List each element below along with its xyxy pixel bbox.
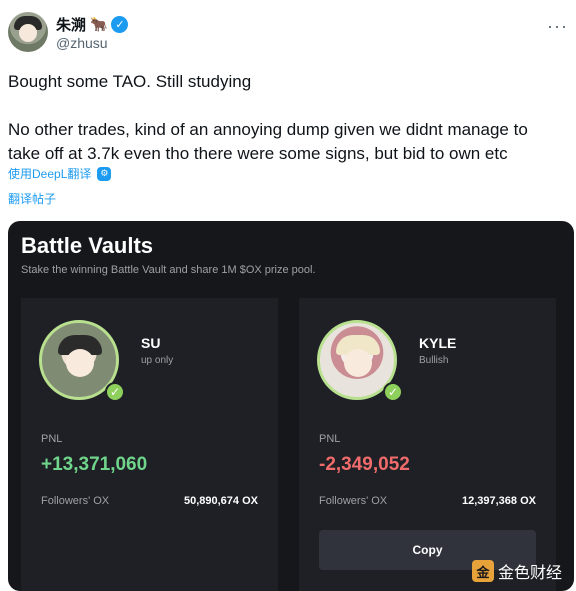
translated-by-deepl[interactable]: 使用DeepL翻译 ⚙ xyxy=(8,165,112,182)
verified-check-icon: ✓ xyxy=(383,382,403,402)
jinse-logo-icon: 金 xyxy=(471,560,494,582)
tweet-paragraph: No other trades, kind of an annoying dum… xyxy=(8,120,528,163)
tweet-header: 朱溯 🐂 ✓ @zhusu ··· xyxy=(8,12,568,56)
bull-emoji-icon: 🐂 xyxy=(90,16,108,32)
author-name-row: 朱溯 🐂 ✓ xyxy=(56,14,129,35)
card-subtitle: Stake the winning Battle Vault and share… xyxy=(21,264,316,276)
translated-by-label: 使用DeepL翻译 xyxy=(8,167,92,181)
more-options-icon[interactable]: ··· xyxy=(547,16,568,37)
tweet-paragraph: Bought some TAO. Still studying xyxy=(8,72,252,91)
author-avatar[interactable] xyxy=(8,12,48,52)
followers-ox-value: 50,890,674 OX xyxy=(183,495,258,507)
vault-card-kyle: ✓ KYLE Bullish PNL -2,349,052 Followers'… xyxy=(299,298,556,591)
pnl-value: +13,371,060 xyxy=(41,454,148,475)
pnl-label: PNL xyxy=(319,433,341,445)
translate-post-link[interactable]: 翻译帖子 xyxy=(8,190,56,207)
vault-tag: up only xyxy=(141,355,174,366)
pnl-label: PNL xyxy=(41,433,63,445)
settings-gear-icon[interactable]: ⚙ xyxy=(97,166,112,181)
followers-ox-value: 12,397,368 OX xyxy=(461,495,536,507)
followers-ox-label: Followers' OX xyxy=(319,495,388,507)
card-title: Battle Vaults xyxy=(21,233,154,258)
followers-ox-label: Followers' OX xyxy=(41,495,110,507)
verified-check-icon: ✓ xyxy=(105,382,125,402)
battle-vaults-card[interactable]: Battle Vaults Stake the winning Battle V… xyxy=(8,221,574,591)
vault-card-su: ✓ SU up only PNL +13,371,060 Followers' … xyxy=(21,298,278,591)
verified-badge-icon: ✓ xyxy=(111,16,129,33)
vault-name: SU xyxy=(141,335,161,351)
watermark-text: 金色财经 xyxy=(497,565,562,582)
vault-tag: Bullish xyxy=(419,355,449,366)
author-handle[interactable]: @zhusu xyxy=(56,35,108,51)
vault-name: KYLE xyxy=(419,335,457,351)
author-display-name[interactable]: 朱溯 xyxy=(56,14,86,35)
pnl-value: -2,349,052 xyxy=(319,454,410,475)
watermark: 金 金色财经 xyxy=(471,559,562,583)
